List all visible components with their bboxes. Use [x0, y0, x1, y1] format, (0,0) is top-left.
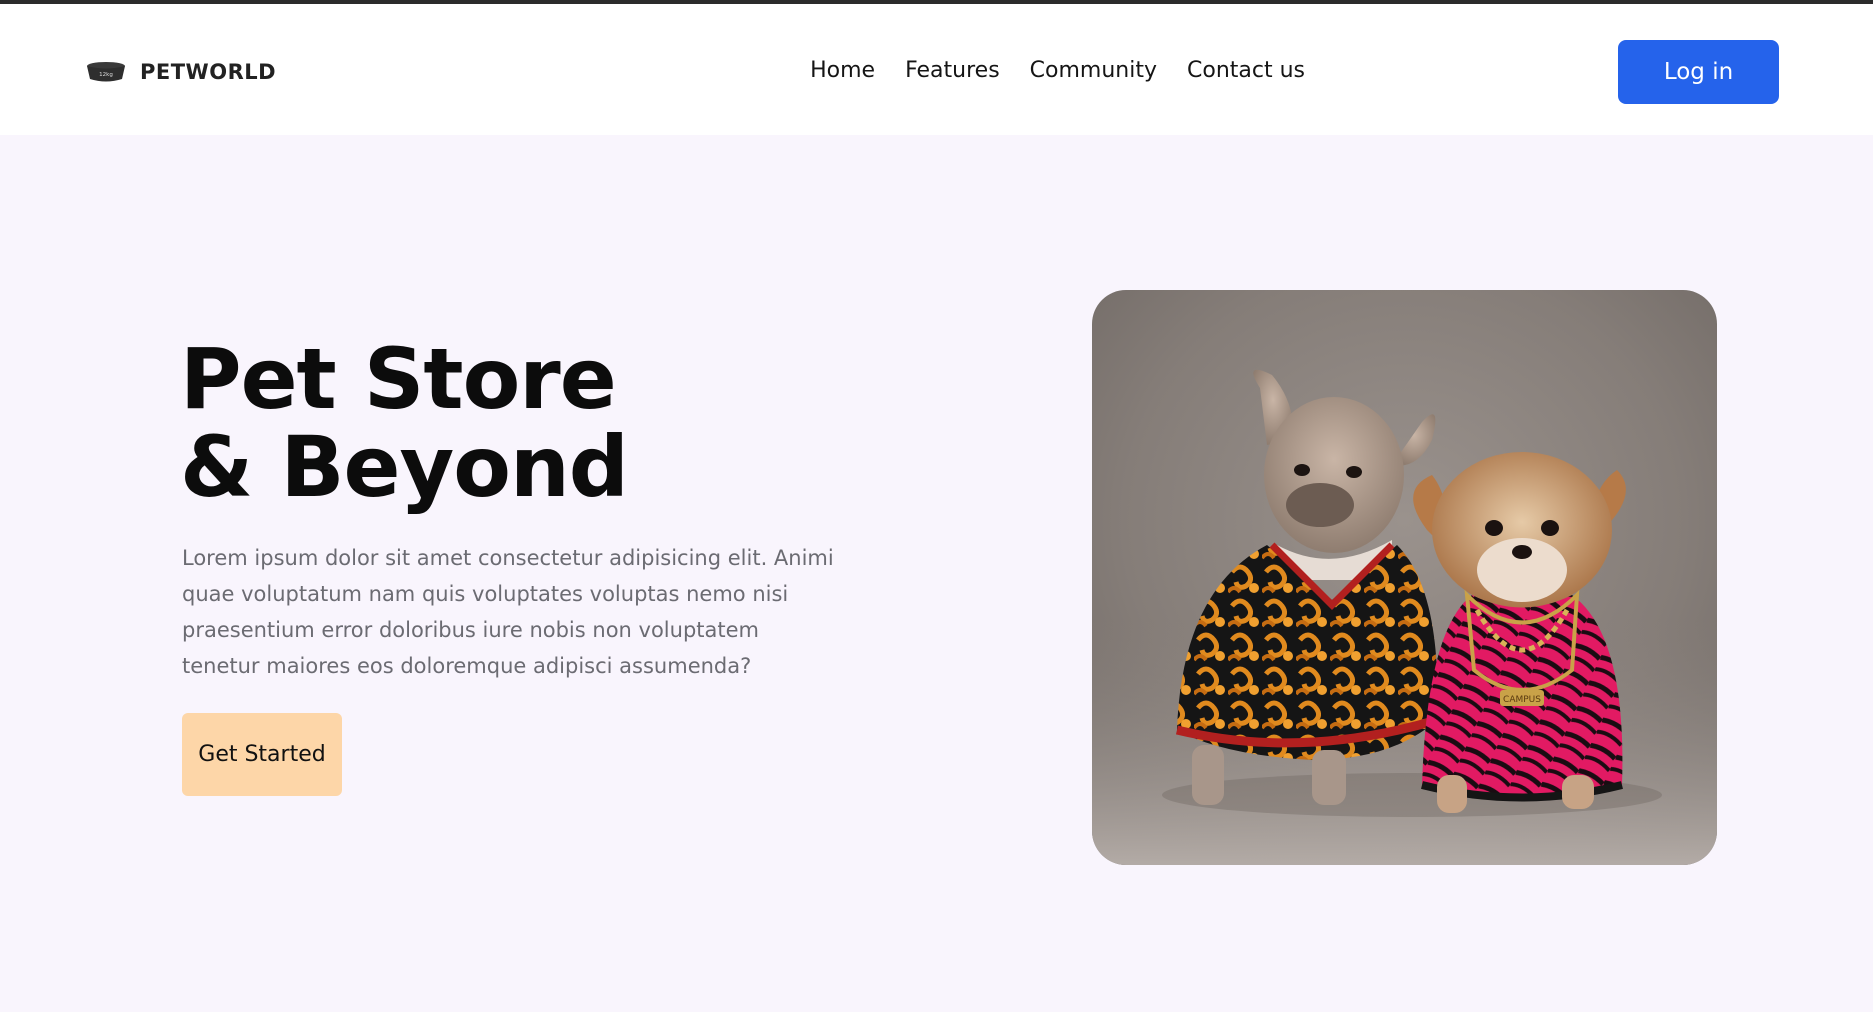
svg-text:12kg: 12kg [99, 72, 113, 78]
login-button[interactable]: Log in [1618, 40, 1779, 104]
nav-link-features[interactable]: Features [905, 58, 1000, 83]
brand-logo[interactable]: 12kg PETWORLD [86, 60, 276, 84]
hero-description: Lorem ipsum dolor sit amet consectetur a… [182, 546, 834, 678]
nav-link-contact[interactable]: Contact us [1187, 58, 1305, 83]
hero-section: Pet Store & Beyond Lorem ipsum dolor sit… [0, 135, 1873, 1012]
get-started-button[interactable]: Get Started [182, 713, 342, 796]
hero-title-line-2: & Beyond [180, 418, 629, 516]
main-nav: Home Features Community Contact us [810, 58, 1305, 83]
navbar: 12kg PETWORLD Home Features Community Co… [0, 4, 1873, 135]
dogs-in-jackets-illustration: CAMPUS [1092, 290, 1717, 865]
nav-link-community[interactable]: Community [1030, 58, 1157, 83]
pet-bowl-icon: 12kg [87, 62, 125, 82]
brand-name: PETWORLD [140, 60, 277, 84]
nav-link-home[interactable]: Home [810, 58, 875, 83]
hero-title-line-1: Pet Store [180, 330, 617, 428]
hero-title: Pet Store & Beyond [180, 330, 629, 516]
dog-tag-text: CAMPUS [1503, 695, 1541, 705]
hero-dogs-photo: CAMPUS [1092, 290, 1717, 865]
